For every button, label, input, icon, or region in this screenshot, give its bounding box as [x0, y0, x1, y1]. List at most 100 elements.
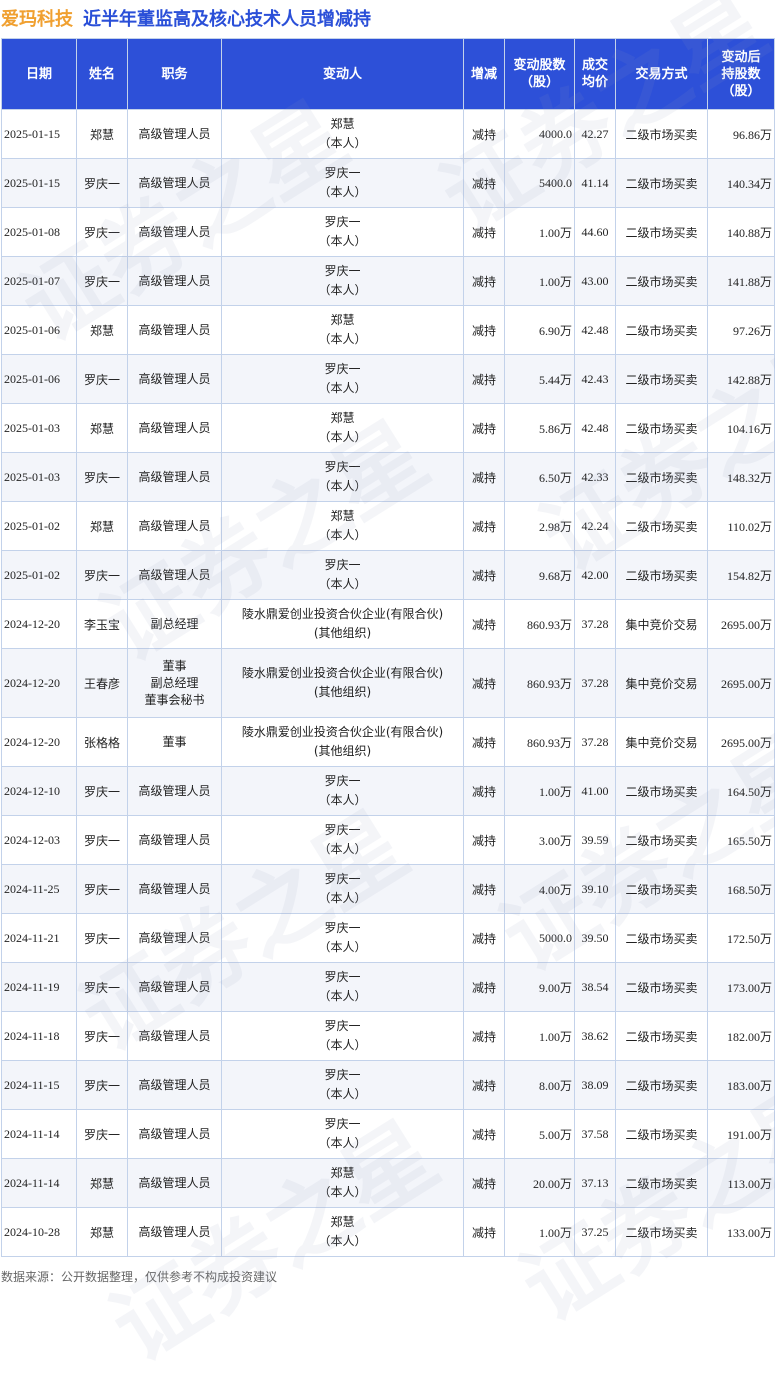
holding-after-cell: 182.00万 [707, 1011, 775, 1061]
column-header-label: 变动人 [322, 66, 362, 82]
changer-cell: 罗庆一 （本人） [221, 354, 464, 404]
trade-date-cell: 2025-01-02 [1, 550, 77, 600]
changer-cell: 郑慧 （本人） [221, 1158, 464, 1208]
holding-after-cell: 110.02万 [707, 501, 775, 551]
change-quantity-cell: 6.50万 [504, 452, 575, 502]
person-name-cell: 郑慧 [76, 305, 128, 355]
avg-price-cell: 39.59 [574, 815, 616, 865]
person-position-cell: 高级管理人员 [127, 1158, 222, 1208]
person-position-line: 高级管理人员 [138, 1224, 211, 1239]
avg-price-cell: 39.50 [574, 913, 616, 963]
holding-after-cell: 133.00万 [707, 1207, 775, 1257]
holding-after-cell: 2695.00万 [707, 648, 775, 718]
column-header-label: 姓名 [88, 66, 115, 82]
change-quantity-cell: 4000.0 [504, 109, 575, 159]
changer-cell: 罗庆一 （本人） [221, 550, 464, 600]
person-name-cell: 罗庆一 [76, 550, 128, 600]
person-position-cell: 高级管理人员 [127, 452, 222, 502]
changer-line: （本人） [318, 479, 367, 493]
changer-line: （本人） [318, 891, 367, 905]
person-position-cell: 高级管理人员 [127, 1011, 222, 1061]
changer-line: （本人） [318, 1038, 367, 1052]
trade-date-cell: 2024-11-19 [1, 962, 77, 1012]
change-quantity-cell: 5.44万 [504, 354, 575, 404]
changer-line: 罗庆一 [324, 1117, 361, 1131]
person-position-line: 高级管理人员 [138, 224, 211, 239]
trade-date-cell: 2025-01-03 [1, 452, 77, 502]
trade-date-cell: 2025-01-08 [1, 207, 77, 257]
trade-date-cell: 2024-11-21 [1, 913, 77, 963]
table-header-row: 日期 姓名 职务 变动人 增减 变动股数 （股） 成交 均价 交易方式 变动后 持股数 （股） [1, 38, 775, 110]
holding-after-cell: 172.50万 [707, 913, 775, 963]
change-direction-cell: 减持 [463, 403, 505, 453]
person-position-line: 高级管理人员 [138, 979, 211, 994]
trade-date-cell: 2025-01-02 [1, 501, 77, 551]
change-quantity-cell: 8.00万 [504, 1060, 575, 1110]
trade-method-cell: 二级市场买卖 [615, 501, 708, 551]
person-position-line: 高级管理人员 [138, 881, 211, 896]
table-row: 2024-12-10 罗庆一 高级管理人员 罗庆一 （本人） 减持 1.00万 41.00 二级… [1, 766, 775, 816]
change-direction-cell: 减持 [463, 109, 505, 159]
avg-price-cell: 39.10 [574, 864, 616, 914]
person-position-line: 高级管理人员 [138, 832, 211, 847]
trade-date-cell: 2025-01-06 [1, 354, 77, 404]
trade-date-cell: 2024-12-03 [1, 815, 77, 865]
change-quantity-cell: 860.93万 [504, 648, 575, 718]
person-position-line: 高级管理人员 [138, 1126, 211, 1141]
change-quantity-cell: 5400.0 [504, 158, 575, 208]
changer-cell: 郑慧 （本人） [221, 1207, 464, 1257]
trade-method-cell: 二级市场买卖 [615, 1207, 708, 1257]
changer-line: （本人） [318, 940, 367, 954]
changer-cell: 罗庆一 （本人） [221, 452, 464, 502]
change-quantity-cell: 1.00万 [504, 1207, 575, 1257]
changer-cell: 罗庆一 （本人） [221, 913, 464, 963]
trade-method-cell: 二级市场买卖 [615, 256, 708, 306]
column-header-label: 均价 [581, 75, 608, 90]
changer-line: 罗庆一 [324, 215, 361, 229]
trade-method-cell: 二级市场买卖 [615, 766, 708, 816]
person-name-cell: 罗庆一 [76, 815, 128, 865]
changer-line: 罗庆一 [324, 558, 361, 572]
person-position-line: 高级管理人员 [138, 322, 211, 337]
changer-line: 罗庆一 [324, 362, 361, 376]
changer-line: 罗庆一 [324, 1019, 361, 1033]
person-position-line: 董事 [162, 734, 187, 749]
changer-line: (其他组织) [313, 744, 372, 758]
table-row: 2025-01-02 郑慧 高级管理人员 郑慧 （本人） 减持 2.98万 42.24 二级市场… [1, 501, 775, 551]
column-header: 交易方式 [615, 38, 708, 110]
changer-line: 罗庆一 [324, 872, 361, 886]
change-quantity-cell: 20.00万 [504, 1158, 575, 1208]
table-row: 2024-12-20 张格格 董事 陵水鼎爱创业投资合伙企业(有限合伙) (其他组织) 减… [1, 717, 775, 767]
person-position-cell: 高级管理人员 [127, 158, 222, 208]
person-position-line: 高级管理人员 [138, 273, 211, 288]
person-name-cell: 郑慧 [76, 403, 128, 453]
change-direction-cell: 减持 [463, 354, 505, 404]
table-row: 2024-11-19 罗庆一 高级管理人员 罗庆一 （本人） 减持 9.00万 38.54 二级… [1, 962, 775, 1012]
page-title: 爱玛科技 近半年董监高及核心技术人员增减持 [0, 0, 775, 36]
changer-cell: 郑慧 （本人） [221, 305, 464, 355]
person-position-cell: 高级管理人员 [127, 305, 222, 355]
person-name-cell: 罗庆一 [76, 256, 128, 306]
table-row: 2024-11-21 罗庆一 高级管理人员 罗庆一 （本人） 减持 5000.0 39.50 二… [1, 913, 775, 963]
change-quantity-cell: 9.00万 [504, 962, 575, 1012]
changer-line: 郑慧 [330, 313, 355, 327]
trade-method-cell: 二级市场买卖 [615, 1060, 708, 1110]
changer-cell: 罗庆一 （本人） [221, 1060, 464, 1110]
changer-cell: 罗庆一 （本人） [221, 864, 464, 914]
holding-after-cell: 164.50万 [707, 766, 775, 816]
person-position-line: 高级管理人员 [138, 371, 211, 386]
table-row: 2024-11-15 罗庆一 高级管理人员 罗庆一 （本人） 减持 8.00万 38.09 二级… [1, 1060, 775, 1110]
holding-after-cell: 173.00万 [707, 962, 775, 1012]
person-position-cell: 高级管理人员 [127, 207, 222, 257]
person-position-line: 高级管理人员 [138, 1077, 211, 1092]
trade-date-cell: 2024-12-20 [1, 648, 77, 718]
change-direction-cell: 减持 [463, 207, 505, 257]
change-direction-cell: 减持 [463, 1060, 505, 1110]
column-header-label: 日期 [25, 66, 52, 82]
column-header: 职务 [127, 38, 222, 110]
trade-date-cell: 2024-12-20 [1, 717, 77, 767]
person-position-line: 高级管理人员 [138, 567, 211, 582]
person-name-cell: 郑慧 [76, 1207, 128, 1257]
trade-date-cell: 2025-01-03 [1, 403, 77, 453]
table-row: 2024-12-20 王春彦 董事 副总经理 董事会秘书 陵水鼎爱创业投资合伙企业(有限合… [1, 648, 775, 718]
